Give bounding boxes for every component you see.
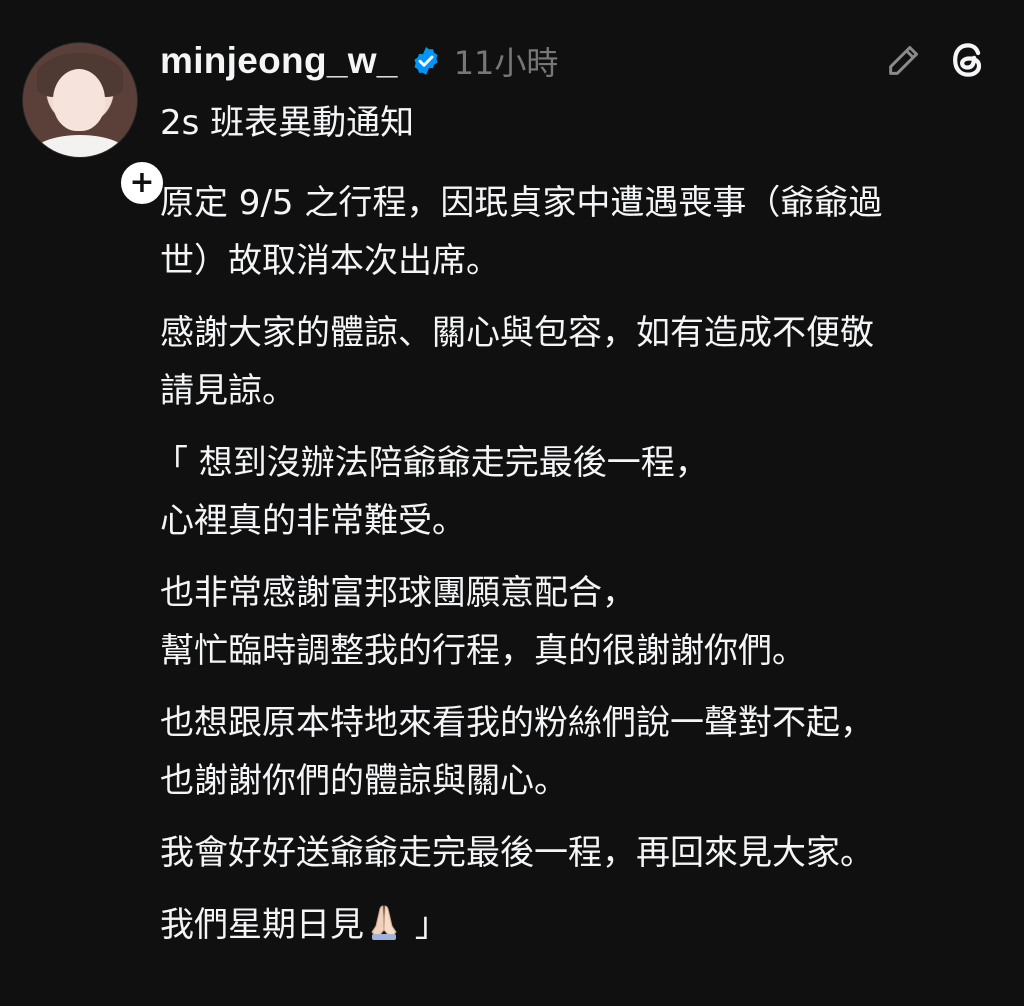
post-header: minjeong_w_ 11小時 — [160, 36, 558, 86]
text-line: 「 想到沒辦法陪爺爺走完最後一程， — [154, 443, 709, 483]
paragraph: 也非常感謝富邦球團願意配合， 幫忙臨時調整我的行程，真的很謝謝你們。 — [160, 564, 1000, 680]
threads-post: + minjeong_w_ 11小時 2s 班表異動通知 原定 9/5 之行程，… — [0, 0, 1024, 1006]
text-line: 世）故取消本次出席。 — [160, 241, 500, 281]
text-line: 也謝謝你們的體諒與關心。 — [160, 761, 568, 801]
text-line: 原定 9/5 之行程，因珉貞家中遭遇喪事（爺爺過 — [160, 183, 883, 223]
paragraph: 也想跟原本特地來看我的粉絲們說一聲對不起， 也謝謝你們的體諒與關心。 — [160, 694, 1000, 810]
text-line: 也非常感謝富邦球團願意配合， — [160, 573, 636, 613]
text-line: 心裡真的非常難受。 — [160, 501, 466, 541]
username-link[interactable]: minjeong_w_ — [160, 40, 398, 82]
threads-logo-icon[interactable] — [946, 38, 990, 82]
closing-text: 我們星期日見 — [160, 905, 364, 945]
plus-icon: + — [129, 165, 155, 200]
avatar-image — [22, 42, 138, 158]
post-timestamp: 11小時 — [453, 44, 559, 82]
paragraph: 我會好好送爺爺走完最後一程，再回來見大家。 — [160, 824, 1000, 882]
text-line: 幫忙臨時調整我的行程，真的很謝謝你們。 — [160, 631, 806, 671]
folded-hands-emoji — [371, 905, 397, 940]
closing-quote: 」 — [404, 905, 449, 945]
text-line: 我們星期日見 」 — [160, 896, 1000, 954]
paragraph: 「 想到沒辦法陪爺爺走完最後一程， 心裡真的非常難受。 — [154, 434, 1000, 550]
avatar[interactable]: + — [22, 42, 168, 209]
text-line: 請見諒。 — [160, 371, 296, 411]
post-subtitle: 2s 班表異動通知 — [160, 103, 415, 143]
paragraph: 我們星期日見 」 — [160, 896, 1000, 954]
text-line: 感謝大家的體諒、關心與包容，如有造成不便敬 — [160, 313, 874, 353]
text-line: 我會好好送爺爺走完最後一程，再回來見大家。 — [160, 833, 874, 873]
text-line: 也想跟原本特地來看我的粉絲們說一聲對不起， — [160, 703, 874, 743]
paragraph: 感謝大家的體諒、關心與包容，如有造成不便敬 請見諒。 — [160, 304, 1000, 420]
verified-badge-icon — [414, 47, 438, 75]
post-body: 原定 9/5 之行程，因珉貞家中遭遇喪事（爺爺過 世）故取消本次出席。 感謝大家… — [154, 174, 1000, 968]
paragraph: 原定 9/5 之行程，因珉貞家中遭遇喪事（爺爺過 世）故取消本次出席。 — [160, 174, 1000, 290]
pencil-icon[interactable] — [884, 40, 924, 80]
